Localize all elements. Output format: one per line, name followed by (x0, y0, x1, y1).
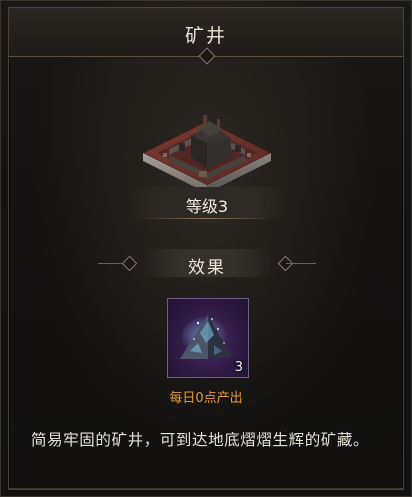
panel-bottom-border (9, 488, 403, 489)
effect-label-box: 效果 (144, 249, 270, 278)
building-info-panel: 矿井 等级3 效果 3 每日0点产出 简易牢固的矿井，可到达地底熠熠生辉的矿藏。 (0, 0, 412, 497)
item-output-caption: 每日0点产出 (169, 391, 243, 406)
building-level-label: 等级3 (185, 197, 229, 216)
mine-building-icon (141, 115, 273, 193)
item-count: 3 (234, 360, 243, 375)
effect-divider-right (286, 263, 316, 264)
level-divider-bottom (143, 218, 271, 219)
output-item-slot[interactable]: 3 (167, 298, 249, 378)
effect-section-label: 效果 (188, 258, 226, 278)
panel-title: 矿井 (184, 25, 227, 47)
effect-section-header: 效果 (98, 249, 316, 279)
building-level-bar: 等级3 (126, 187, 288, 219)
building-description: 简易牢固的矿井，可到达地底熠熠生辉的矿藏。 (31, 431, 370, 449)
effect-left-ornament-icon (121, 255, 138, 272)
